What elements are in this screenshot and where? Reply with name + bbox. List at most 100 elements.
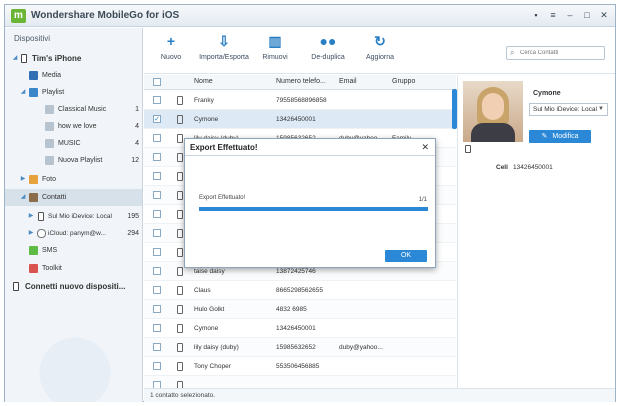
sidebar-item-label: Media	[42, 72, 62, 79]
sidebar-item-label: Classical Music	[58, 106, 107, 113]
table-row[interactable]: Franky 79558568896858	[144, 91, 456, 110]
cell-phone: 13426450001	[276, 116, 316, 123]
row-checkbox[interactable]	[153, 153, 161, 161]
search-input[interactable]	[520, 48, 602, 58]
cell-email: duby@yahoo...	[339, 344, 383, 351]
cell-name: Hulo Golkt	[194, 306, 225, 313]
phone-icon	[177, 248, 183, 257]
progress-count: 1/1	[418, 197, 427, 203]
cell-phone: 15985632652	[276, 344, 316, 351]
deduplicate-button[interactable]: ●● De-duplica	[308, 32, 348, 70]
toolbar: + Nuovo ⇩ Importa/Esporta ▥ Rimuovi ●● D…	[144, 28, 615, 74]
expand-arrow-icon[interactable]: ◢	[19, 84, 27, 101]
cell-phone: 4832 6985	[276, 306, 307, 313]
table-row[interactable]: Claus 8665298562655	[144, 281, 456, 300]
sidebar-item-connect-device[interactable]: Connetti nuovo dispositi...	[5, 278, 142, 295]
sidebar-item-icloud-contacts[interactable]: ▶ iCloud: panym@w... 294	[5, 225, 142, 242]
column-header-email[interactable]: Email	[339, 78, 357, 85]
row-checkbox[interactable]	[153, 305, 161, 313]
row-checkbox[interactable]	[153, 191, 161, 199]
row-checkbox[interactable]	[153, 172, 161, 180]
sidebar-item-toolkit[interactable]: Toolkit	[5, 260, 142, 277]
refresh-button[interactable]: ↻ Aggiorna	[362, 32, 398, 70]
chevron-down-icon: ▼	[598, 106, 604, 112]
table-row[interactable]: Cymone 13426450001	[144, 319, 456, 338]
sidebar-item-local-contacts[interactable]: ▶ Sul Mio iDevice: Local 195	[5, 208, 142, 225]
sidebar-item-foto[interactable]: ▶ Foto	[5, 171, 142, 188]
row-checkbox[interactable]	[153, 324, 161, 332]
item-count: 4	[135, 123, 139, 130]
expand-arrow-icon[interactable]: ▶	[27, 225, 35, 242]
phone-icon	[177, 381, 183, 388]
table-row[interactable]: Tony Choper 553506456885	[144, 357, 456, 376]
status-text: 1 contatto selezionato.	[150, 392, 216, 399]
photo-body	[471, 123, 515, 142]
sidebar-item-media[interactable]: Media	[5, 67, 142, 84]
remove-button[interactable]: ▥ Rimuovi	[260, 32, 290, 70]
cell-name: Franky	[194, 97, 214, 104]
sidebar-item-label: Foto	[42, 176, 57, 183]
sidebar-item-nuova-playlist[interactable]: Nuova Playlist 12	[5, 152, 142, 169]
sidebar-item-label: Toolkit	[42, 265, 62, 272]
maximize-icon[interactable]: □	[582, 10, 592, 21]
select-all-checkbox[interactable]	[153, 78, 161, 86]
location-select[interactable]: Sul Mio iDevice: Local ▼	[529, 103, 608, 116]
row-checkbox[interactable]	[153, 229, 161, 237]
row-checkbox[interactable]	[153, 210, 161, 218]
close-icon[interactable]: ✕	[599, 10, 609, 21]
cloud-icon	[37, 229, 46, 238]
new-button[interactable]: + Nuovo	[156, 32, 186, 70]
sidebar-item-music[interactable]: MUSIC 4	[5, 135, 142, 152]
phone-icon	[177, 172, 183, 181]
expand-arrow-icon[interactable]: ▶	[27, 208, 35, 225]
column-header-name[interactable]: Nome	[194, 78, 213, 85]
row-checkbox[interactable]	[153, 286, 161, 294]
row-checkbox[interactable]	[153, 134, 161, 142]
sidebar-item-contatti[interactable]: ◢ Contatti	[5, 189, 142, 206]
table-row[interactable]	[144, 376, 456, 388]
row-checkbox[interactable]	[153, 267, 161, 275]
cell-name: Cymone	[194, 116, 219, 123]
sidebar-item-label: iCloud: panym@w...	[48, 230, 106, 237]
phone-icon	[177, 286, 183, 295]
phone-icon	[177, 343, 183, 352]
sidebar-item-classical-music[interactable]: Classical Music 1	[5, 101, 142, 118]
edit-button[interactable]: ✎ Modifica	[529, 130, 591, 143]
phone-icon	[177, 115, 183, 124]
media-icon	[29, 71, 38, 80]
close-icon[interactable]: ✕	[421, 142, 429, 153]
column-header-phone[interactable]: Numero telefo...	[276, 78, 326, 85]
minimize-icon[interactable]: –	[565, 10, 575, 21]
sidebar-item-device[interactable]: ◢ Tim's iPhone	[5, 50, 142, 67]
expand-arrow-icon[interactable]: ▶	[19, 171, 27, 188]
phone-icon	[177, 134, 183, 143]
plus-icon: +	[166, 33, 176, 49]
search-box: ⌕	[506, 46, 605, 60]
import-export-button[interactable]: ⇩ Importa/Esporta	[198, 32, 250, 70]
phone-icon	[177, 153, 183, 162]
feedback-icon[interactable]: ▪	[531, 10, 541, 21]
sidebar-item-how-we-love[interactable]: how we love 4	[5, 118, 142, 135]
table-row[interactable]: Hulo Golkt 4832 6985	[144, 300, 456, 319]
cell-name: Tony Choper	[194, 363, 231, 370]
row-checkbox[interactable]	[153, 96, 161, 104]
app-title: Wondershare MobileGo for iOS	[31, 10, 180, 21]
row-checkbox[interactable]	[153, 248, 161, 256]
menu-icon[interactable]: ≡	[548, 10, 558, 21]
table-row[interactable]: ✓ Cymone 13426450001	[144, 110, 456, 129]
sidebar-item-playlist[interactable]: ◢ Playlist	[5, 84, 142, 101]
table-row[interactable]: lily daisy (duby) 15985632652 duby@yahoo..…	[144, 338, 456, 357]
row-checkbox[interactable]: ✓	[153, 115, 161, 123]
row-checkbox[interactable]	[153, 362, 161, 370]
ok-button[interactable]: OK	[385, 250, 427, 262]
row-checkbox[interactable]	[153, 381, 161, 388]
dialog-message: Export Effettuato!	[199, 195, 246, 201]
expand-arrow-icon[interactable]: ◢	[19, 189, 27, 206]
cell-phone: 553506456885	[276, 363, 320, 370]
expand-arrow-icon[interactable]: ◢	[11, 50, 19, 67]
edit-icon: ✎	[541, 133, 548, 140]
cell-name: taise daisy	[194, 268, 225, 275]
sidebar-item-sms[interactable]: SMS	[5, 242, 142, 259]
column-header-group[interactable]: Gruppo	[392, 78, 415, 85]
row-checkbox[interactable]	[153, 343, 161, 351]
